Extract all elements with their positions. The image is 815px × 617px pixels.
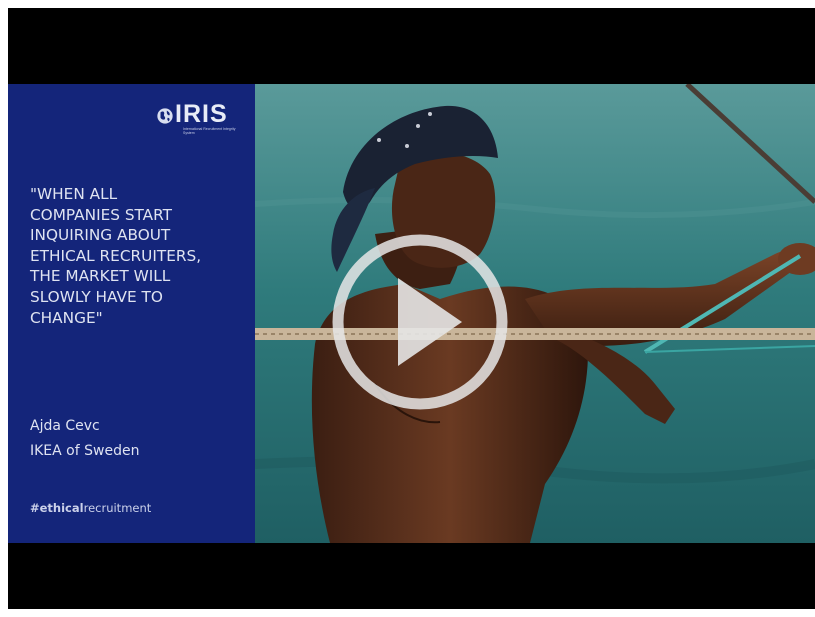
video-frame[interactable]: IRIS International Recruitment Integrity… [8, 84, 815, 543]
author-name: Ajda Cevc [30, 418, 100, 434]
author-organization: IKEA of Sweden [30, 443, 140, 459]
hashtag-bold: #ethical [30, 501, 84, 515]
logo-text: IRIS [175, 100, 228, 128]
logo-subtitle: International Recruitment Integrity Syst… [183, 127, 236, 135]
quote-panel: IRIS International Recruitment Integrity… [8, 84, 255, 543]
hashtag: #ethicalrecruitment [30, 501, 151, 515]
play-icon [332, 234, 508, 410]
hashtag-rest: recruitment [83, 501, 152, 515]
quote-text: "WHEN ALL COMPANIES START INQUIRING ABOU… [30, 185, 202, 327]
video-player[interactable]: IRIS International Recruitment Integrity… [8, 8, 815, 609]
globe-icon [157, 108, 173, 124]
iris-logo: IRIS International Recruitment Integrity… [156, 100, 242, 136]
play-button[interactable] [330, 232, 510, 412]
